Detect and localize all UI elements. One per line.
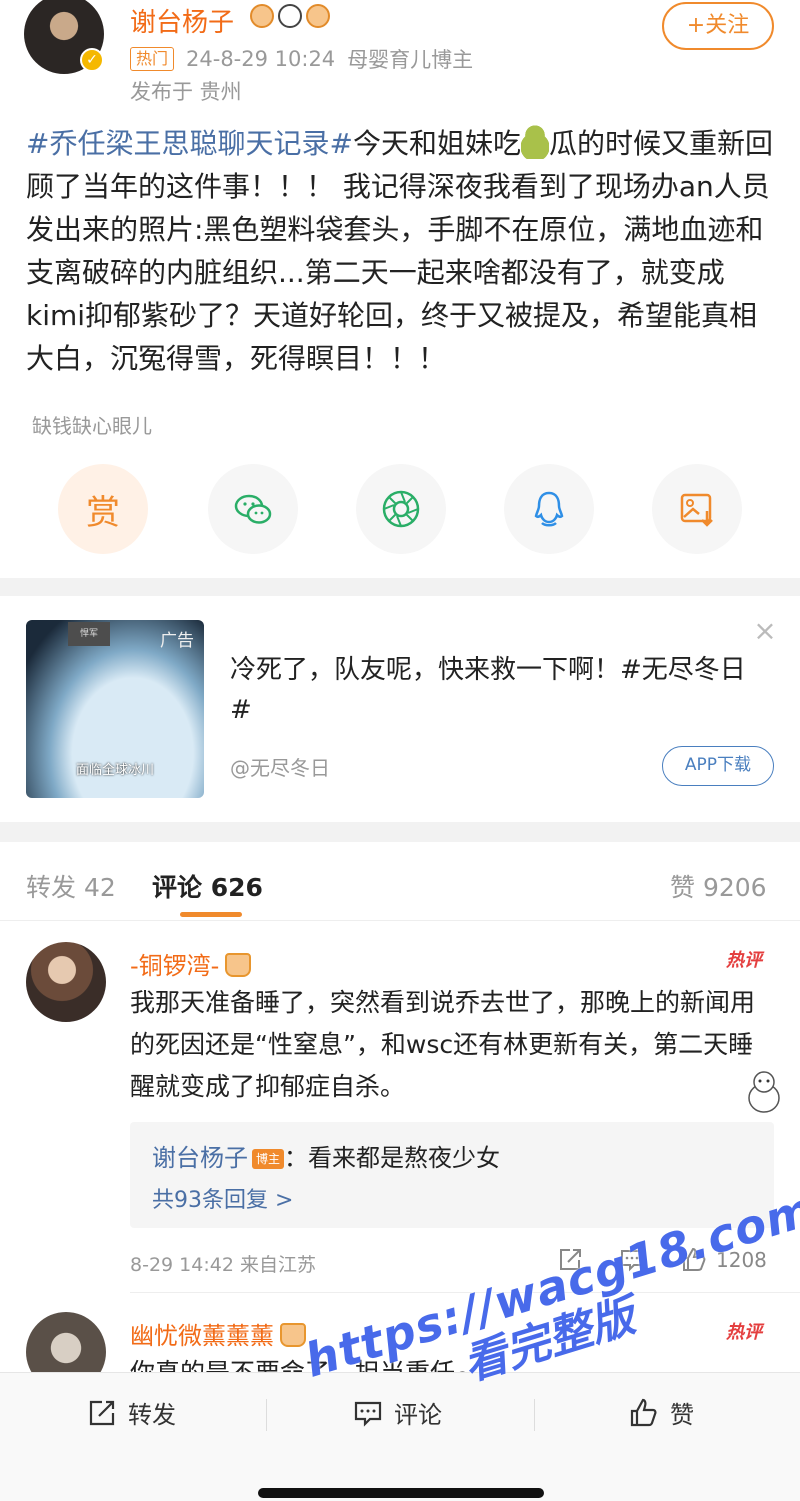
comment-button[interactable]: 评论 [352,1395,442,1430]
comment-text: 你真的是不要命了，担当重任~ [130,1352,770,1372]
crown-badge-icon [225,953,252,977]
post-location: 发布于 贵州 [130,80,242,104]
tip-caption: 缺钱缺心眼儿 [32,414,152,438]
reply-preview[interactable]: 谢台杨子 博主 ：看来都是熬夜少女 共93条回复 > [130,1122,774,1228]
comment-text: 我那天准备睡了，突然看到说乔去世了，那晚上的新闻用的死因还是“性窒息”，和wsc… [130,988,756,1101]
post-text-part1: 今天和姐妹吃 [352,127,521,160]
close-icon[interactable]: × [752,617,778,645]
ad-thumbnail[interactable]: 悍军 广告 面临全球冰川 [26,620,204,798]
ad-source[interactable]: @无尽冬日 [230,752,330,781]
bar-divider [266,1399,267,1431]
crown-badge-icon [280,1323,306,1347]
repost-button[interactable]: 转发 [86,1395,176,1430]
like-label: 赞 [670,1401,694,1429]
blogger-tag: 博主 [252,1149,285,1169]
thumbs-up-icon [630,1398,657,1426]
home-indicator[interactable] [258,1488,544,1498]
topic-link[interactable]: #乔任梁王思聪聊天记录# [26,127,353,160]
post-text: #乔任梁王思聪聊天记录#今天和姐妹吃 瓜的时候又重新回顾了当年的这件事！！！ 我记… [26,122,778,380]
tab-comments[interactable]: 评论 626 [152,868,263,904]
commenter-avatar[interactable] [26,942,106,1022]
wechat-share-button[interactable] [208,464,298,554]
qq-icon [534,491,564,527]
save-image-button[interactable] [652,464,742,554]
like-button[interactable]: 赞 [628,1395,694,1430]
active-tab-indicator [180,912,242,917]
ad-thumb-game-logo: 悍军 [68,622,110,646]
hot-comment-badge: 热评 [726,1322,762,1343]
reply-line: 谢台杨子 博主 ：看来都是熬夜少女 [152,1138,500,1173]
pear-emoji-icon [520,125,549,159]
comment-like-button[interactable]: 1208 [680,1246,767,1274]
commenter-name[interactable]: 幽忧微薰薰薰 [130,1316,306,1351]
tab-repost[interactable]: 转发 42 [26,868,116,904]
reward-button[interactable]: 赏 [58,464,148,554]
hot-comment-badge: 热评 [726,950,762,971]
post-datetime: 24-8-29 10:24 [186,47,336,71]
repost-label: 转发 [128,1401,176,1429]
comment-share-button[interactable] [556,1246,584,1274]
comment-actions: 1208 [556,1246,776,1278]
vip-badge-icon[interactable] [250,4,274,28]
fan-badge-icon[interactable] [306,4,330,28]
author-name[interactable]: 谢台杨子 [130,2,234,39]
comment-label: 评论 [394,1401,442,1429]
bottom-action-bar: 转发 评论 赞 [0,1372,800,1501]
thumbs-up-icon [683,1247,706,1271]
comment-icon [354,1401,382,1427]
commenter-name[interactable]: -铜锣湾- [130,946,252,981]
hamster-sticker-icon [748,1071,780,1113]
ad-text[interactable]: 冷死了，队友呢，快来救一下啊！#无尽冬日# [230,650,750,730]
comment-divider [130,1292,800,1293]
tab-likes[interactable]: 赞 9206 [670,868,767,904]
wechat-icon [234,494,272,524]
share-icon [560,1249,581,1270]
post-header: ✓ 谢台杨子 热门 24-8-29 10:24 母婴育儿博主 发布于 贵州 +关… [0,0,800,110]
commenter-name-text: -铜锣湾- [130,952,220,980]
interaction-tabs: 转发 42 评论 626 赞 9206 [0,860,800,920]
post-text-part2: 瓜的时候又重新回顾了当年的这件事！！！ 我记得深夜我看到了现场办an人员发出来的… [26,127,773,375]
moments-icon [382,490,420,528]
reward-icon: 赏 [86,492,120,533]
app-download-button[interactable]: APP下载 [662,746,774,786]
section-divider [0,578,800,596]
tabs-divider [0,920,800,921]
hot-tag: 热门 [130,47,175,71]
qq-share-button[interactable] [504,464,594,554]
bar-divider [534,1399,535,1431]
follow-button[interactable]: +关注 [662,2,774,50]
comment-like-count: 1208 [716,1248,767,1272]
author-role: 母婴育儿博主 [347,48,474,72]
comment-icon [621,1250,643,1272]
ad-thumb-caption: 面临全球冰川 [76,763,155,778]
verified-check-icon: ✓ [80,48,104,72]
view-all-replies-link[interactable]: 共93条回复 > [152,1182,293,1214]
ad-tag: 广告 [160,631,194,651]
repost-icon [89,1400,115,1425]
reply-author[interactable]: 谢台杨子 [152,1144,248,1172]
author-badges [250,4,330,28]
post-meta: 热门 24-8-29 10:24 母婴育儿博主 [130,44,473,74]
comment-reply-button[interactable] [618,1246,646,1274]
reply-text: ：看来都是熬夜少女 [284,1144,501,1172]
save-image-icon [680,493,713,527]
share-row: 赏 [58,464,748,554]
section-divider [0,822,800,842]
commenter-name-text: 幽忧微薰薰薰 [130,1322,274,1350]
comment-meta: 8-29 14:42 来自江苏 [130,1254,316,1276]
panda-badge-icon[interactable] [278,4,302,28]
moments-share-button[interactable] [356,464,446,554]
